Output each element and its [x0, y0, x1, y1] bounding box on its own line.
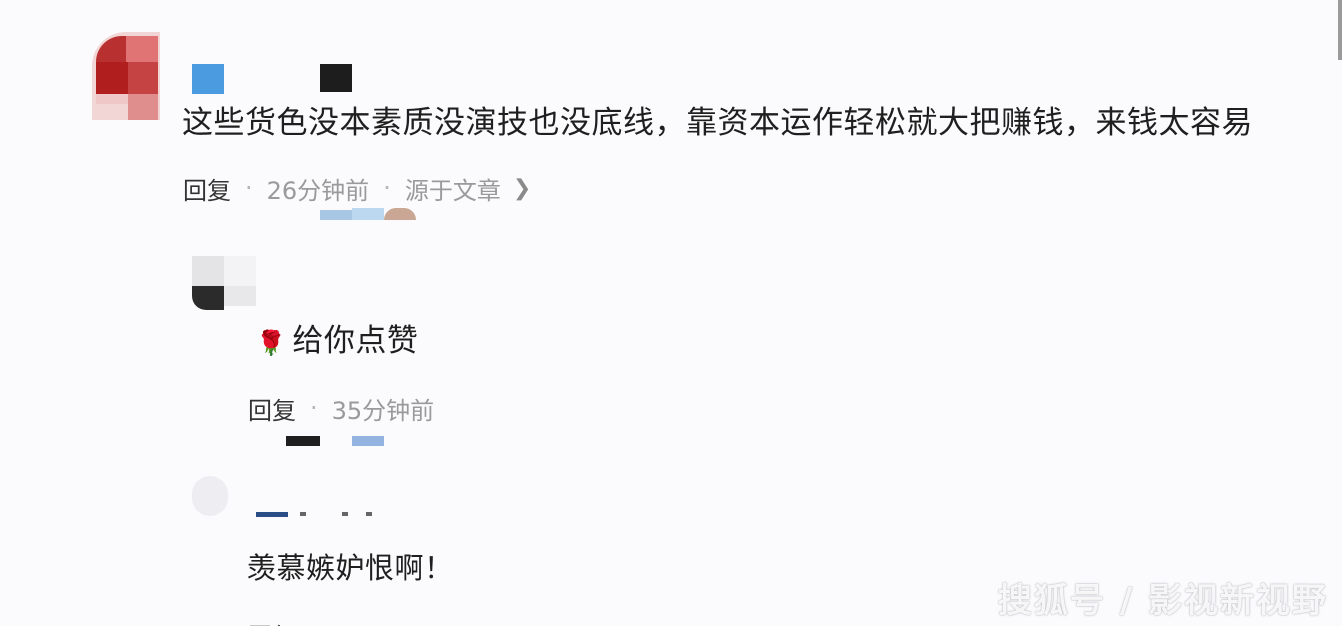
comment-2: 🌹 给你点赞 回复 · 35分钟前	[0, 240, 1342, 460]
separator-dot: ·	[310, 394, 318, 422]
comment-text: 这些货色没本素质没演技也没底线，靠资本运作轻松就大把赚钱，来钱太容易	[182, 105, 1253, 141]
avatar[interactable]	[192, 256, 256, 312]
watermark: 搜狐号 / 影视新视野	[997, 581, 1328, 621]
comment-thread: 这些货色没本素质没演技也没底线，靠资本运作轻松就大把赚钱，来钱太容易 回复 · …	[0, 0, 1342, 626]
separator-dot: ·	[245, 174, 253, 202]
reply-button[interactable]: 回复	[248, 617, 296, 626]
avatar[interactable]	[192, 476, 232, 516]
reply-button[interactable]: 回复	[248, 391, 296, 426]
source-article-link[interactable]: 源于文章	[405, 171, 501, 206]
comment-text: 🌹 给你点赞	[256, 323, 419, 359]
comment-1: 这些货色没本素质没演技也没底线，靠资本运作轻松就大把赚钱，来钱太容易 回复 · …	[0, 0, 1342, 230]
username-redacted[interactable]	[256, 512, 386, 518]
comment-meta: 回复	[248, 616, 296, 626]
reaction-badges-redacted	[320, 208, 420, 222]
comment-time: 26分钟前	[266, 176, 370, 205]
comment-time: 35分钟前	[331, 396, 435, 425]
reaction-badges-redacted	[286, 436, 386, 448]
rose-emoji-icon: 🌹	[256, 329, 287, 357]
comment-meta: 回复 · 26分钟前 · 源于文章 ❯	[183, 170, 531, 206]
reply-button[interactable]: 回复	[183, 171, 231, 206]
username-redacted[interactable]	[192, 64, 354, 94]
avatar[interactable]	[92, 32, 160, 120]
comment-text: 羡慕嫉妒恨啊！	[247, 551, 454, 585]
separator-dot: ·	[383, 174, 391, 202]
comment-meta: 回复 · 35分钟前	[248, 390, 434, 426]
chevron-right-icon[interactable]: ❯	[513, 176, 531, 201]
